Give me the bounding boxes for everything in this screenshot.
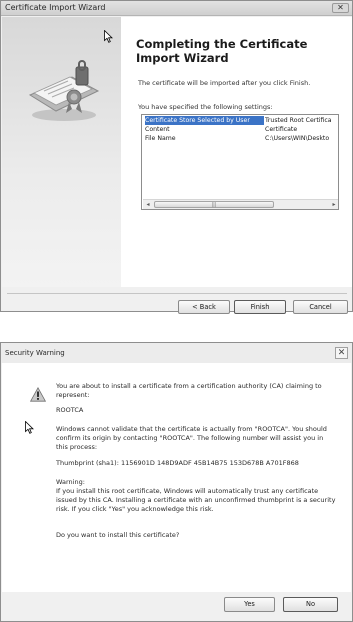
install-intro-text: You are about to install a certificate f… xyxy=(56,382,322,399)
yes-button[interactable]: Yes xyxy=(224,597,275,612)
security-close-button[interactable]: ✕ xyxy=(335,347,348,359)
scroll-left-icon[interactable]: ◂ xyxy=(143,200,153,209)
cancel-button[interactable]: Cancel xyxy=(293,300,348,314)
certificate-import-wizard-window: Certificate Import Wizard ✕ Completing t… xyxy=(0,0,353,314)
certificate-wizard-icon xyxy=(28,60,100,121)
wizard-heading: Completing the Certificate Import Wizard xyxy=(136,37,308,65)
settings-row[interactable]: Certificate Store Selected by User Trust… xyxy=(143,116,338,125)
wizard-side-panel xyxy=(2,17,121,287)
setting-value: Trusted Root Certifica xyxy=(265,117,332,124)
back-button[interactable]: < Back xyxy=(178,300,230,314)
setting-value: Certificate xyxy=(265,126,298,133)
no-button[interactable]: No xyxy=(283,597,338,612)
settings-row[interactable]: Content Certificate xyxy=(143,125,338,134)
setting-name: Content xyxy=(145,126,170,133)
setting-value: C:\Users\WIN\Deskto xyxy=(265,135,330,142)
settings-label: You have specified the following setting… xyxy=(138,103,273,111)
warning-text: Warning: If you install this root certif… xyxy=(56,478,336,513)
validation-text: Windows cannot validate that the certifi… xyxy=(56,425,327,451)
thumbprint-text: Thumbprint (sha1): 1156901D 148D9ADF 45B… xyxy=(56,459,299,467)
warning-icon xyxy=(30,387,46,402)
finish-button[interactable]: Finish xyxy=(234,300,286,314)
security-title-bar[interactable]: Security Warning ✕ xyxy=(1,343,352,363)
ca-name-text: ROOTCA xyxy=(56,406,84,414)
scroll-right-icon[interactable]: ▸ xyxy=(329,200,338,209)
setting-name: Certificate Store Selected by User xyxy=(145,116,264,125)
settings-row[interactable]: File Name C:\Users\WIN\Deskto xyxy=(143,134,338,143)
settings-list[interactable]: Certificate Store Selected by User Trust… xyxy=(141,114,339,210)
security-title: Security Warning xyxy=(5,349,65,357)
security-warning-dialog: Security Warning ✕ You are about to inst… xyxy=(0,342,353,622)
setting-name: File Name xyxy=(145,135,176,142)
mouse-pointer-icon xyxy=(25,421,34,434)
wizard-close-button[interactable]: ✕ xyxy=(332,3,349,13)
install-question-text: Do you want to install this certificate? xyxy=(56,531,180,539)
wizard-title: Certificate Import Wizard xyxy=(5,3,106,12)
mouse-pointer-icon xyxy=(104,30,113,43)
wizard-description: The certificate will be imported after y… xyxy=(138,79,311,87)
footer-divider xyxy=(7,293,347,294)
wizard-title-bar[interactable]: Certificate Import Wizard ✕ xyxy=(1,1,352,16)
scroll-thumb[interactable]: ||| xyxy=(154,201,274,208)
horizontal-scrollbar[interactable]: ◂ ||| ▸ xyxy=(143,199,338,209)
